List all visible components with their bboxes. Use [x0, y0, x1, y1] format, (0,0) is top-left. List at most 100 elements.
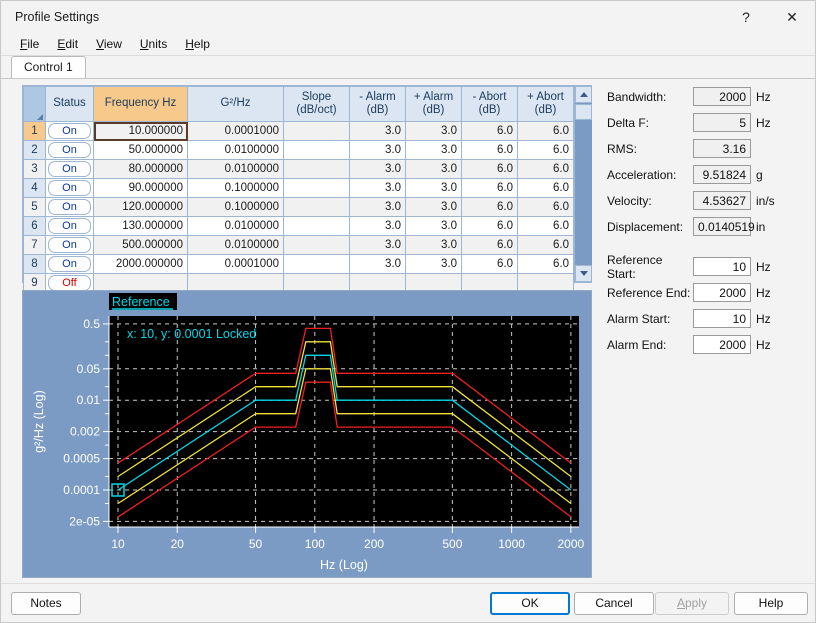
cell-slope[interactable] [284, 160, 350, 179]
cell-frequency[interactable]: 10.000000 [94, 122, 188, 141]
field-input-reference-end[interactable]: 2000 [693, 283, 751, 302]
cell-plus_alarm[interactable]: 3.0 [406, 179, 462, 198]
cell-minus_abort[interactable]: 6.0 [462, 255, 518, 274]
cell-minus_alarm[interactable]: 3.0 [350, 255, 406, 274]
scroll-down-icon[interactable] [575, 265, 592, 282]
menu-item-edit[interactable]: Edit [48, 35, 87, 53]
table-vertical-scrollbar[interactable] [574, 86, 592, 282]
cell-plus_abort[interactable]: 6.0 [518, 141, 574, 160]
column-header-plus_abort[interactable]: + Abort(dB) [518, 87, 574, 122]
status-cell[interactable]: On [46, 179, 94, 198]
status-toggle-button[interactable]: On [48, 199, 91, 215]
cell-minus_abort[interactable]: 6.0 [462, 217, 518, 236]
cell-plus_alarm[interactable]: 3.0 [406, 255, 462, 274]
column-header-slope[interactable]: Slope(dB/oct) [284, 87, 350, 122]
cell-plus_alarm[interactable]: 3.0 [406, 141, 462, 160]
cell-g2hz[interactable]: 0.0100000 [188, 141, 284, 160]
ok-button[interactable]: OK [490, 592, 570, 615]
cell-plus_abort[interactable]: 6.0 [518, 179, 574, 198]
table-row[interactable]: 1On10.0000000.00010003.03.06.06.0 [24, 122, 574, 141]
cell-slope[interactable] [284, 255, 350, 274]
cell-frequency[interactable]: 80.000000 [94, 160, 188, 179]
cell-slope[interactable] [284, 236, 350, 255]
cell-plus_abort[interactable]: 6.0 [518, 217, 574, 236]
cell-minus_abort[interactable]: 6.0 [462, 198, 518, 217]
cell-g2hz[interactable]: 0.1000000 [188, 198, 284, 217]
cell-minus_alarm[interactable]: 3.0 [350, 122, 406, 141]
status-cell[interactable]: On [46, 141, 94, 160]
table-row[interactable]: 3On80.0000000.01000003.03.06.06.0 [24, 160, 574, 179]
cell-minus_abort[interactable]: 6.0 [462, 122, 518, 141]
cell-frequency[interactable]: 90.000000 [94, 179, 188, 198]
table-row[interactable]: 7On500.0000000.01000003.03.06.06.0 [24, 236, 574, 255]
profile-chart[interactable]: 102050100200500100020000.50.050.010.0020… [23, 291, 591, 577]
table-row[interactable]: 4On90.0000000.10000003.03.06.06.0 [24, 179, 574, 198]
cell-plus_abort[interactable]: 6.0 [518, 160, 574, 179]
cell-minus_alarm[interactable]: 3.0 [350, 198, 406, 217]
table-row[interactable]: 8On2000.0000000.00010003.03.06.06.0 [24, 255, 574, 274]
cell-frequency[interactable]: 500.000000 [94, 236, 188, 255]
status-toggle-button[interactable]: On [48, 123, 91, 139]
cell-g2hz[interactable]: 0.0100000 [188, 217, 284, 236]
menu-item-help[interactable]: Help [176, 35, 219, 53]
cancel-button[interactable]: Cancel [574, 592, 654, 615]
table-row[interactable]: 5On120.0000000.10000003.03.06.06.0 [24, 198, 574, 217]
cell-g2hz[interactable]: 0.0100000 [188, 160, 284, 179]
cell-frequency[interactable]: 50.000000 [94, 141, 188, 160]
column-header-frequency[interactable]: Frequency Hz [94, 87, 188, 122]
cell-frequency[interactable]: 120.000000 [94, 198, 188, 217]
cell-plus_alarm[interactable]: 3.0 [406, 236, 462, 255]
cell-minus_alarm[interactable]: 3.0 [350, 217, 406, 236]
cell-minus_alarm[interactable]: 3.0 [350, 160, 406, 179]
menu-item-file[interactable]: File [11, 35, 48, 53]
menu-item-units[interactable]: Units [131, 35, 176, 53]
row-number[interactable]: 8 [24, 255, 46, 274]
notes-button[interactable]: Notes [11, 592, 81, 615]
close-icon[interactable]: ✕ [769, 1, 815, 33]
status-cell[interactable]: On [46, 198, 94, 217]
status-cell[interactable]: On [46, 236, 94, 255]
profile-chart-panel[interactable]: 102050100200500100020000.50.050.010.0020… [22, 290, 592, 578]
cell-plus_alarm[interactable]: 3.0 [406, 198, 462, 217]
status-cell[interactable]: On [46, 217, 94, 236]
status-cell[interactable]: On [46, 122, 94, 141]
cell-g2hz[interactable]: 0.1000000 [188, 179, 284, 198]
scroll-up-icon[interactable] [575, 86, 592, 103]
cell-plus_alarm[interactable]: 3.0 [406, 122, 462, 141]
cell-g2hz[interactable]: 0.0001000 [188, 255, 284, 274]
row-number[interactable]: 4 [24, 179, 46, 198]
legend-label-reference[interactable]: Reference [112, 295, 170, 309]
field-input-alarm-end[interactable]: 2000 [693, 335, 751, 354]
cell-slope[interactable] [284, 179, 350, 198]
table-row[interactable]: 6On130.0000000.01000003.03.06.06.0 [24, 217, 574, 236]
status-toggle-button[interactable]: On [48, 218, 91, 234]
status-toggle-button[interactable]: On [48, 161, 91, 177]
table-row[interactable]: 2On50.0000000.01000003.03.06.06.0 [24, 141, 574, 160]
row-number[interactable]: 7 [24, 236, 46, 255]
menu-item-view[interactable]: View [87, 35, 131, 53]
column-header-minus_abort[interactable]: - Abort(dB) [462, 87, 518, 122]
grid-corner-cell[interactable] [24, 87, 46, 122]
row-number[interactable]: 3 [24, 160, 46, 179]
help-button[interactable]: Help [734, 592, 808, 615]
row-number[interactable]: 2 [24, 141, 46, 160]
tab-control-1[interactable]: Control 1 [11, 56, 86, 78]
field-input-reference-start[interactable]: 10 [693, 257, 751, 276]
status-toggle-button[interactable]: On [48, 180, 91, 196]
cell-frequency[interactable]: 130.000000 [94, 217, 188, 236]
cell-slope[interactable] [284, 217, 350, 236]
cell-slope[interactable] [284, 198, 350, 217]
status-cell[interactable]: On [46, 160, 94, 179]
cell-plus_alarm[interactable]: 3.0 [406, 160, 462, 179]
status-toggle-button[interactable]: On [48, 142, 91, 158]
cell-minus_alarm[interactable]: 3.0 [350, 141, 406, 160]
help-icon[interactable]: ? [723, 1, 769, 33]
cell-minus_abort[interactable]: 6.0 [462, 179, 518, 198]
field-input-alarm-start[interactable]: 10 [693, 309, 751, 328]
status-toggle-button[interactable]: On [48, 256, 91, 272]
column-header-status[interactable]: Status [46, 87, 94, 122]
cell-minus_abort[interactable]: 6.0 [462, 160, 518, 179]
scrollbar-thumb[interactable] [575, 104, 592, 120]
cell-frequency[interactable]: 2000.000000 [94, 255, 188, 274]
status-cell[interactable]: On [46, 255, 94, 274]
